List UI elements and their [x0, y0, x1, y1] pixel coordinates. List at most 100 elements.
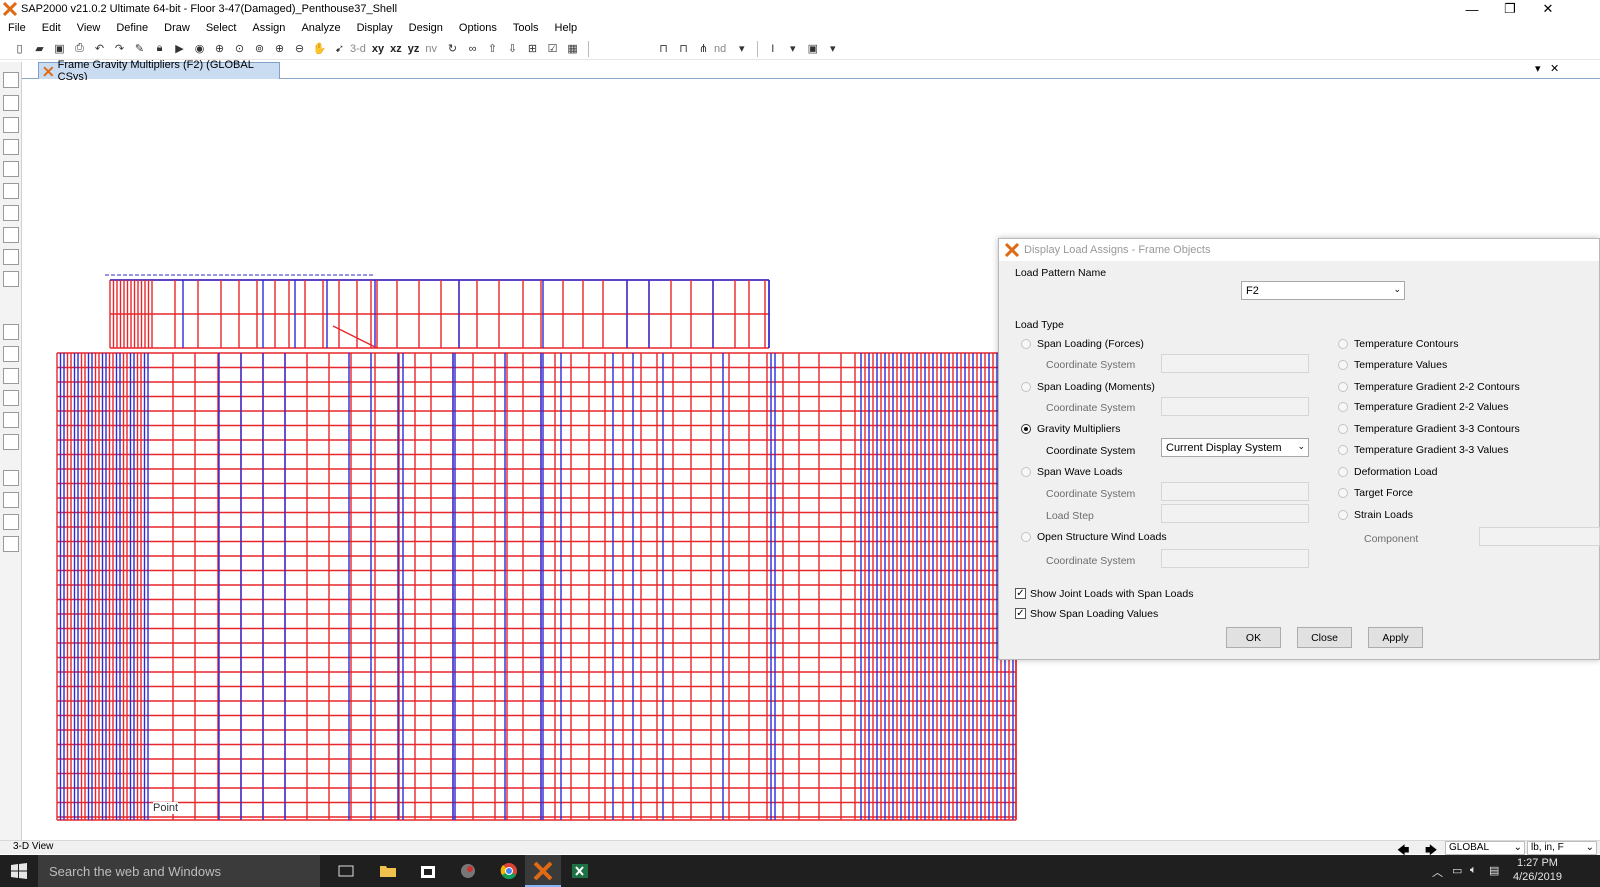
minimize-button[interactable]: — [1454, 0, 1490, 18]
save-icon[interactable]: ▣ [50, 40, 69, 58]
view-yz-button[interactable]: yz [408, 43, 420, 55]
select-all-icon[interactable] [3, 470, 19, 486]
chrome-icon[interactable] [499, 861, 519, 881]
new-file-icon[interactable]: ▯ [10, 40, 29, 58]
apply-button[interactable]: Apply [1368, 627, 1423, 648]
run-now-icon[interactable]: ◉ [190, 40, 209, 58]
tray-chevron-icon[interactable]: ︿ [1432, 864, 1443, 880]
section-icon[interactable]: I [763, 40, 782, 58]
display-options-icon[interactable]: ▦ [563, 40, 582, 58]
menu-display[interactable]: Display [357, 22, 393, 34]
pointer-icon[interactable]: ➹ [330, 40, 349, 58]
zoom-previous-icon[interactable]: ⊚ [250, 40, 269, 58]
tab-frame-gravity-multipliers[interactable]: Frame Gravity Multipliers (F2) (GLOBAL C… [38, 59, 280, 83]
get-previous-selection-icon[interactable] [3, 492, 19, 508]
menu-analyze[interactable]: Analyze [301, 22, 340, 34]
clock-time[interactable]: 1:27 PM [1517, 857, 1558, 869]
dropdown-icon[interactable]: ▾ [783, 40, 802, 58]
span-wave-radio[interactable] [1021, 467, 1031, 477]
task-view-icon[interactable] [336, 861, 356, 881]
draw-rect-area-icon[interactable] [3, 249, 19, 265]
network-icon[interactable]: ▭ [1452, 864, 1462, 877]
frame-truss-icon[interactable]: ⋔ [694, 40, 713, 58]
menu-select[interactable]: Select [206, 22, 237, 34]
span-moments-radio[interactable] [1021, 382, 1031, 392]
open-file-icon[interactable]: ▰ [30, 40, 49, 58]
perspective-icon[interactable]: ∞ [463, 40, 482, 58]
menu-view[interactable]: View [77, 22, 101, 34]
app-icon[interactable] [458, 861, 478, 881]
frame-portal-icon[interactable]: ⊓ [654, 40, 673, 58]
notifications-icon[interactable]: ▤ [1489, 864, 1499, 877]
print-icon[interactable]: ⎙ [70, 40, 89, 58]
taskbar-active-app[interactable] [525, 855, 561, 887]
load-pattern-select[interactable]: F2 ⌄ [1241, 281, 1405, 300]
pan-icon[interactable]: ✋ [310, 40, 329, 58]
move-down-icon[interactable]: ⇩ [503, 40, 522, 58]
snap-point-icon[interactable] [3, 324, 19, 340]
show-joint-loads-checkbox[interactable]: ✓ [1015, 588, 1026, 599]
menu-tools[interactable]: Tools [513, 22, 539, 34]
tab-close-button[interactable]: ✕ [1550, 62, 1559, 75]
lock-icon[interactable]: 🔒︎ [150, 40, 169, 58]
coord-system-select[interactable]: GLOBAL ⌄ [1445, 841, 1525, 855]
span-forces-radio[interactable] [1021, 339, 1031, 349]
windows-start-icon[interactable] [9, 861, 29, 881]
draw-frame-icon[interactable] [3, 139, 19, 155]
close-window-button[interactable]: ✕ [1530, 0, 1566, 18]
target-force-radio[interactable] [1338, 488, 1348, 498]
strain-loads-radio[interactable] [1338, 510, 1348, 520]
undo-icon[interactable]: ↶ [90, 40, 109, 58]
reshape-icon[interactable] [3, 95, 19, 111]
snap-end-icon[interactable] [3, 346, 19, 362]
units-select[interactable]: lb, in, F ⌄ [1527, 841, 1597, 855]
draw-xbrace-icon[interactable] [3, 183, 19, 199]
temp-values-radio[interactable] [1338, 360, 1348, 370]
tg22-values-radio[interactable] [1338, 402, 1348, 412]
snap-intersection-icon[interactable] [3, 368, 19, 384]
menu-options[interactable]: Options [459, 22, 497, 34]
draw-area-icon[interactable] [3, 227, 19, 243]
redo-icon[interactable]: ↷ [110, 40, 129, 58]
draw-point-icon[interactable] [3, 117, 19, 133]
object-shrink-icon[interactable]: ⊞ [523, 40, 542, 58]
draw-quick-area-icon[interactable] [3, 271, 19, 287]
tg33-contours-radio[interactable] [1338, 424, 1348, 434]
volume-icon[interactable]: 🔈︎ [1470, 864, 1477, 877]
draw-brace-icon[interactable] [3, 161, 19, 177]
menu-design[interactable]: Design [409, 22, 443, 34]
menu-define[interactable]: Define [116, 22, 148, 34]
view-3d-button[interactable]: 3-d [350, 43, 366, 55]
menu-edit[interactable]: Edit [42, 22, 61, 34]
run-analysis-icon[interactable]: ▶ [170, 40, 189, 58]
tg33-values-radio[interactable] [1338, 445, 1348, 455]
select-pointer-icon[interactable] [3, 72, 19, 88]
frame-bay-icon[interactable]: ⊓ [674, 40, 693, 58]
snap-lines-icon[interactable] [3, 412, 19, 428]
store-icon[interactable] [418, 861, 438, 881]
rotate-icon[interactable]: ↻ [443, 40, 462, 58]
menu-help[interactable]: Help [555, 22, 578, 34]
deformation-radio[interactable] [1338, 467, 1348, 477]
pencil-icon[interactable]: ✎ [130, 40, 149, 58]
view-xy-button[interactable]: xy [372, 43, 384, 55]
restore-button[interactable]: ❐ [1492, 0, 1528, 18]
ok-button[interactable]: OK [1226, 627, 1281, 648]
clock-date[interactable]: 4/26/2019 [1513, 871, 1562, 883]
view-nv-button[interactable]: nv [425, 43, 437, 55]
clear-selection-icon[interactable] [3, 514, 19, 530]
taskbar-search-box[interactable]: Search the web and Windows [38, 855, 320, 887]
gravity-coord-select[interactable]: Current Display System ⌄ [1161, 438, 1309, 457]
file-explorer-icon[interactable] [378, 861, 398, 881]
zoom-restore-icon[interactable]: ⊙ [230, 40, 249, 58]
zoom-in-icon[interactable]: ⊕ [270, 40, 289, 58]
intersecting-line-select-icon[interactable] [3, 536, 19, 552]
menu-file[interactable]: File [8, 22, 26, 34]
open-wind-radio[interactable] [1021, 532, 1031, 542]
excel-icon[interactable] [570, 861, 590, 881]
gravity-multipliers-radio[interactable] [1021, 424, 1031, 434]
zoom-window-icon[interactable]: ⊕ [210, 40, 229, 58]
dropdown-icon[interactable]: ▾ [732, 40, 751, 58]
show-span-values-checkbox[interactable]: ✓ [1015, 608, 1026, 619]
tab-list-dropdown[interactable]: ▾ [1535, 62, 1541, 75]
